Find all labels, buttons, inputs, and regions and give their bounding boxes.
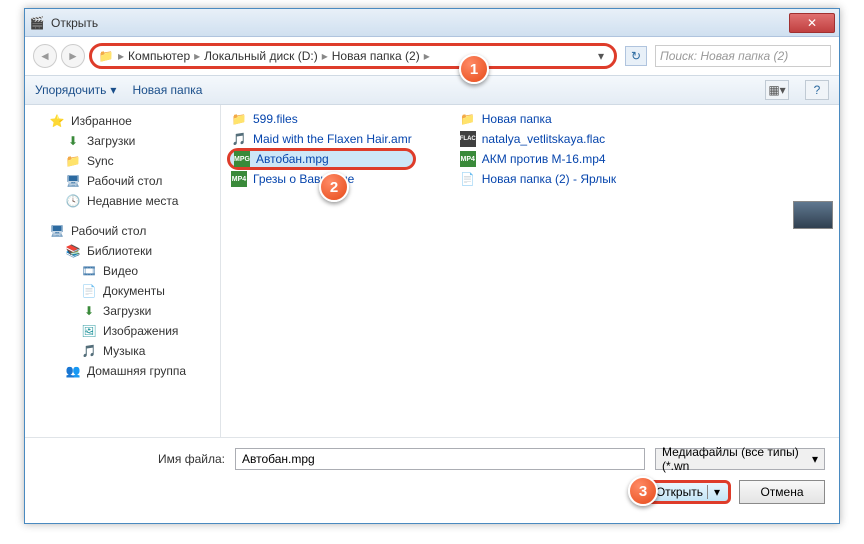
chevron-down-icon: ▾ <box>812 452 818 466</box>
sidebar-item-sync[interactable]: 📁Sync <box>27 151 218 171</box>
new-folder-button[interactable]: Новая папка <box>132 83 202 97</box>
sidebar-item-desktop[interactable]: 🖥Рабочий стол <box>27 171 218 191</box>
file-item[interactable]: 📁Новая папка <box>456 109 620 129</box>
toolbar: Упорядочить ▾ Новая папка ▦▾ ? <box>25 75 839 105</box>
close-button[interactable]: ✕ <box>789 13 835 33</box>
chevron-right-icon: ▸ <box>192 49 202 63</box>
shortcut-icon: 📄 <box>460 171 476 187</box>
split-arrow-icon: ▾ <box>707 485 720 499</box>
sidebar-homegroup[interactable]: 👥Домашняя группа <box>27 361 218 381</box>
desktop-icon: 🖥 <box>49 223 65 239</box>
document-icon: 📄 <box>81 283 97 299</box>
annotation-marker-2: 2 <box>319 172 349 202</box>
view-options-button[interactable]: ▦▾ <box>765 80 789 100</box>
desktop-icon: 🖥 <box>65 173 81 189</box>
flac-icon: FLAC <box>460 131 476 147</box>
address-dropdown[interactable]: ▾ <box>594 49 608 63</box>
sidebar-item-recent[interactable]: 🕓Недавние места <box>27 191 218 211</box>
filetype-filter[interactable]: Медиафайлы (все типы) (*.wn ▾ <box>655 448 825 470</box>
file-item[interactable]: MP4АКМ против М-16.mp4 <box>456 149 620 169</box>
navigation-pane[interactable]: ⭐Избранное ⬇Загрузки 📁Sync 🖥Рабочий стол… <box>25 105 221 437</box>
forward-button[interactable]: ► <box>61 44 85 68</box>
back-button[interactable]: ◄ <box>33 44 57 68</box>
recent-icon: 🕓 <box>65 193 81 209</box>
organize-menu[interactable]: Упорядочить ▾ <box>35 83 116 97</box>
nav-bar: ◄ ► 📁 ▸ Компьютер ▸ Локальный диск (D:) … <box>25 37 839 75</box>
app-icon: 🎬 <box>29 15 45 31</box>
refresh-button[interactable]: ↻ <box>625 46 647 66</box>
file-item-selected[interactable]: MPGАвтобан.mpg <box>227 148 416 170</box>
titlebar[interactable]: 🎬 Открыть ✕ <box>25 9 839 37</box>
file-item[interactable]: FLACnatalya_vetlitskaya.flac <box>456 129 620 149</box>
libraries-icon: 📚 <box>65 243 81 259</box>
homegroup-icon: 👥 <box>65 363 81 379</box>
sidebar-item-downloads[interactable]: ⬇Загрузки <box>27 131 218 151</box>
crumb-disk[interactable]: Локальный диск (D:) <box>204 49 318 63</box>
mp4-icon: MP4 <box>231 171 247 187</box>
file-item[interactable]: 🎵Maid with the Flaxen Hair.amr <box>227 129 416 149</box>
mp4-icon: MP4 <box>460 151 476 167</box>
chevron-down-icon: ▾ <box>110 83 116 97</box>
crumb-folder[interactable]: Новая папка (2) <box>332 49 420 63</box>
file-list[interactable]: 📁599.files 🎵Maid with the Flaxen Hair.am… <box>221 105 839 437</box>
folder-icon: 📁 <box>98 48 114 64</box>
preview-thumbnail <box>793 201 833 229</box>
window-title: Открыть <box>51 16 789 30</box>
address-bar[interactable]: 📁 ▸ Компьютер ▸ Локальный диск (D:) ▸ Но… <box>89 43 617 69</box>
downloads-icon: ⬇ <box>65 133 81 149</box>
sidebar-item-documents[interactable]: 📄Документы <box>27 281 218 301</box>
search-placeholder: Поиск: Новая папка (2) <box>660 49 788 63</box>
sync-icon: 📁 <box>65 153 81 169</box>
filename-label: Имя файла: <box>39 452 225 466</box>
open-file-dialog: 🎬 Открыть ✕ ◄ ► 📁 ▸ Компьютер ▸ Локальны… <box>24 8 840 524</box>
folder-icon: 📁 <box>231 111 247 127</box>
annotation-marker-1: 1 <box>459 54 489 84</box>
sidebar-favorites[interactable]: ⭐Избранное <box>27 111 218 131</box>
search-input[interactable]: Поиск: Новая папка (2) <box>655 45 831 67</box>
chevron-right-icon: ▸ <box>422 49 432 63</box>
pictures-icon: 🖼 <box>81 323 97 339</box>
filename-input[interactable] <box>235 448 645 470</box>
video-icon: 🎞 <box>81 263 97 279</box>
chevron-right-icon: ▸ <box>116 49 126 63</box>
breadcrumb[interactable]: 📁 ▸ Компьютер ▸ Локальный диск (D:) ▸ Но… <box>98 48 594 64</box>
folder-icon: 📁 <box>460 111 476 127</box>
music-icon: 🎵 <box>81 343 97 359</box>
file-item[interactable]: 📁599.files <box>227 109 416 129</box>
star-icon: ⭐ <box>49 113 65 129</box>
file-item[interactable]: 📄Новая папка (2) - Ярлык <box>456 169 620 189</box>
audio-icon: 🎵 <box>231 131 247 147</box>
sidebar-desktop[interactable]: 🖥Рабочий стол <box>27 221 218 241</box>
crumb-computer[interactable]: Компьютер <box>128 49 190 63</box>
sidebar-libraries[interactable]: 📚Библиотеки <box>27 241 218 261</box>
cancel-button[interactable]: Отмена <box>739 480 825 504</box>
dialog-body: ⭐Избранное ⬇Загрузки 📁Sync 🖥Рабочий стол… <box>25 105 839 437</box>
downloads-icon: ⬇ <box>81 303 97 319</box>
sidebar-item-video[interactable]: 🎞Видео <box>27 261 218 281</box>
sidebar-item-music[interactable]: 🎵Музыка <box>27 341 218 361</box>
chevron-right-icon: ▸ <box>320 49 330 63</box>
bottom-bar: Имя файла: Медиафайлы (все типы) (*.wn ▾… <box>25 437 839 514</box>
annotation-marker-3: 3 <box>628 476 658 506</box>
help-button[interactable]: ? <box>805 80 829 100</box>
mpg-icon: MPG <box>234 151 250 167</box>
sidebar-item-downloads2[interactable]: ⬇Загрузки <box>27 301 218 321</box>
sidebar-item-pictures[interactable]: 🖼Изображения <box>27 321 218 341</box>
